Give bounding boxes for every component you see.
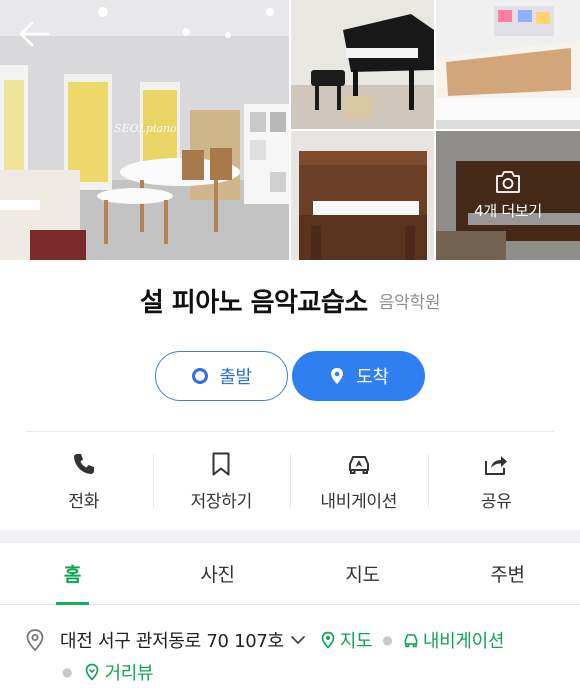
route-destination-label: 도착 (356, 367, 389, 388)
photo-watermark: SEOLpiano (114, 122, 177, 135)
back-button[interactable] (14, 16, 54, 52)
route-start-button[interactable]: 출발 (155, 351, 288, 401)
navigation-label: 내비게이션 (320, 491, 398, 512)
phone-icon (71, 451, 97, 477)
start-point-icon (191, 367, 209, 385)
share-button[interactable]: 공유 (427, 432, 566, 530)
call-label: 전화 (68, 491, 100, 512)
map-link[interactable]: 지도 (320, 627, 373, 653)
call-button[interactable]: 전화 (15, 432, 153, 530)
action-bar: 전화 저장하기 내비게이션 공유 (15, 432, 565, 530)
upright-piano-photo[interactable] (291, 131, 434, 260)
photo-gallery: SEOLpiano 4개 더보기 (0, 0, 580, 260)
link-separator: ● (382, 633, 393, 647)
share-label: 공유 (480, 491, 512, 512)
tab-map[interactable]: 지도 (290, 543, 435, 604)
location-pin-icon (328, 367, 346, 385)
car-icon (404, 634, 418, 648)
street-view-icon (86, 663, 99, 681)
place-name: 설 피아노 음악교습소 (139, 288, 368, 318)
car-navigation-icon (346, 451, 372, 477)
place-category: 음악학원 (378, 293, 441, 313)
tab-home[interactable]: 홈 (0, 543, 145, 605)
place-title: 설 피아노 음악교습소 음악학원 (0, 282, 580, 319)
map-link-label: 지도 (339, 631, 373, 652)
arrow-left-icon (19, 21, 50, 47)
save-label: 저장하기 (190, 491, 253, 512)
tab-bar: 홈 사진 지도 주변 (0, 543, 580, 605)
white-piano-photo[interactable] (436, 0, 580, 129)
more-photos-button[interactable]: 4개 더보기 (436, 131, 580, 260)
navigation-link[interactable]: 내비게이션 (403, 627, 504, 653)
grand-piano-photo[interactable] (291, 0, 434, 129)
tab-photos[interactable]: 사진 (145, 543, 290, 604)
address-row: 대전 서구 관저동로 70 107호 지도 ● 내비게이션 (24, 626, 564, 654)
bookmark-icon (208, 451, 234, 477)
tab-nearby[interactable]: 주변 (435, 543, 580, 604)
location-outline-icon (26, 629, 44, 652)
navigation-button[interactable]: 내비게이션 (290, 432, 428, 530)
save-button[interactable]: 저장하기 (152, 432, 291, 530)
section-separator (0, 530, 580, 543)
address-row-2: ● 거리뷰 (62, 658, 154, 686)
more-photos-label: 4개 더보기 (474, 202, 542, 220)
navigation-link-label: 내비게이션 (422, 631, 505, 652)
route-destination-button[interactable]: 도착 (292, 351, 425, 401)
chevron-down-icon[interactable] (290, 632, 306, 648)
map-pin-icon (321, 631, 335, 649)
camera-icon (496, 171, 520, 193)
route-start-label: 출발 (219, 367, 252, 388)
share-icon (483, 451, 509, 477)
street-view-link[interactable]: 거리뷰 (84, 659, 154, 685)
street-view-label: 거리뷰 (104, 663, 154, 684)
address-text[interactable]: 대전 서구 관저동로 70 107호 (60, 627, 284, 653)
link-separator: ● (62, 665, 73, 679)
